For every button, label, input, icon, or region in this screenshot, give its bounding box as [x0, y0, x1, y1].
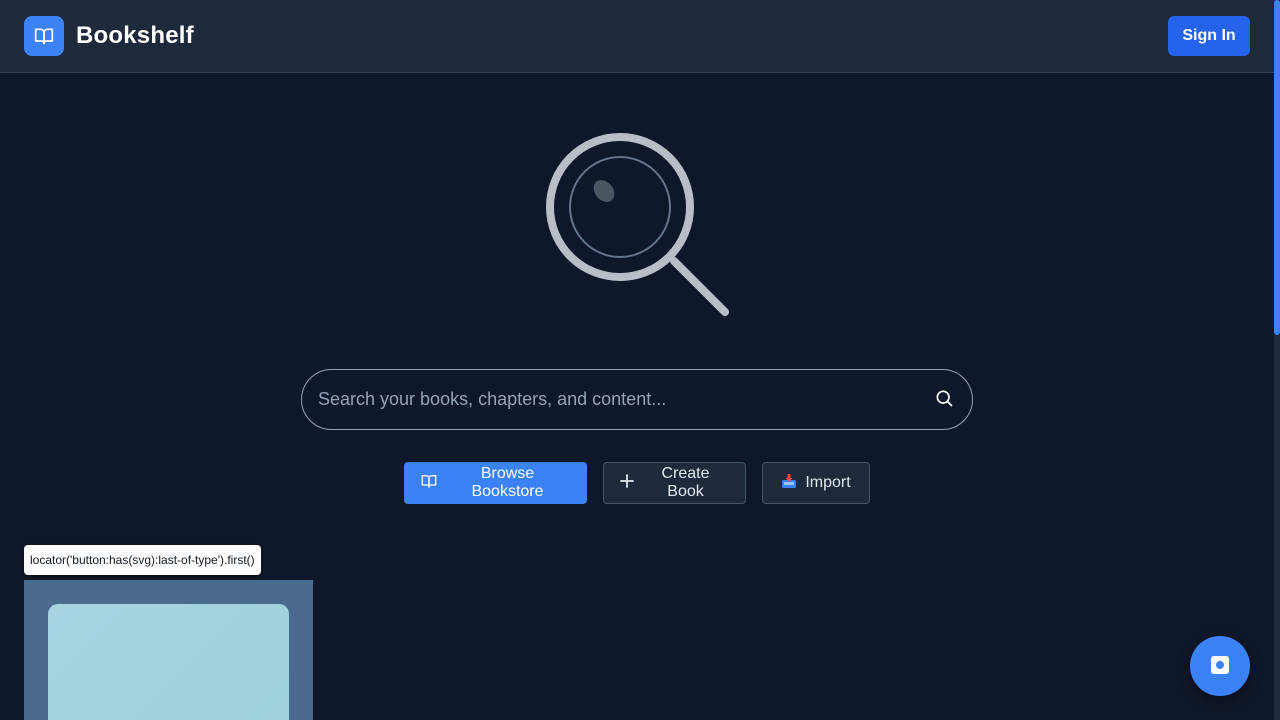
create-book-button[interactable]: Create Book — [603, 462, 746, 504]
sign-in-button[interactable]: Sign In — [1168, 16, 1250, 56]
top-bar: Bookshelf Sign In — [0, 0, 1274, 73]
search-icon — [934, 388, 954, 411]
floating-action-button[interactable] — [1190, 636, 1250, 696]
scrollbar-thumb[interactable] — [1274, 0, 1280, 335]
book-open-icon — [421, 473, 437, 494]
magnifier-illustration — [540, 128, 736, 324]
locator-tooltip: locator('button:has(svg):last-of-type').… — [24, 545, 261, 575]
record-icon — [1209, 654, 1231, 679]
book-cover — [48, 604, 289, 720]
search-bar — [301, 369, 973, 430]
app-title: Bookshelf — [76, 22, 194, 49]
import-label: Import — [805, 474, 851, 491]
search-button[interactable] — [932, 388, 956, 412]
book-card[interactable] — [24, 580, 313, 720]
app-page: Bookshelf Sign In Search your books, cha… — [0, 0, 1280, 720]
scrollbar-track[interactable] — [1274, 0, 1280, 720]
action-buttons: Browse Bookstore Create Book Import — [404, 462, 870, 504]
brand[interactable]: Bookshelf — [24, 16, 194, 56]
create-book-label: Create Book — [661, 465, 710, 500]
plus-icon — [620, 473, 634, 493]
search-input[interactable] — [318, 389, 932, 410]
browse-bookstore-label: Browse Bookstore — [471, 465, 544, 500]
inbox-tray-icon — [781, 473, 797, 494]
import-button[interactable]: Import — [762, 462, 870, 504]
book-open-icon — [24, 16, 64, 56]
browse-bookstore-button[interactable]: Browse Bookstore — [404, 462, 587, 504]
